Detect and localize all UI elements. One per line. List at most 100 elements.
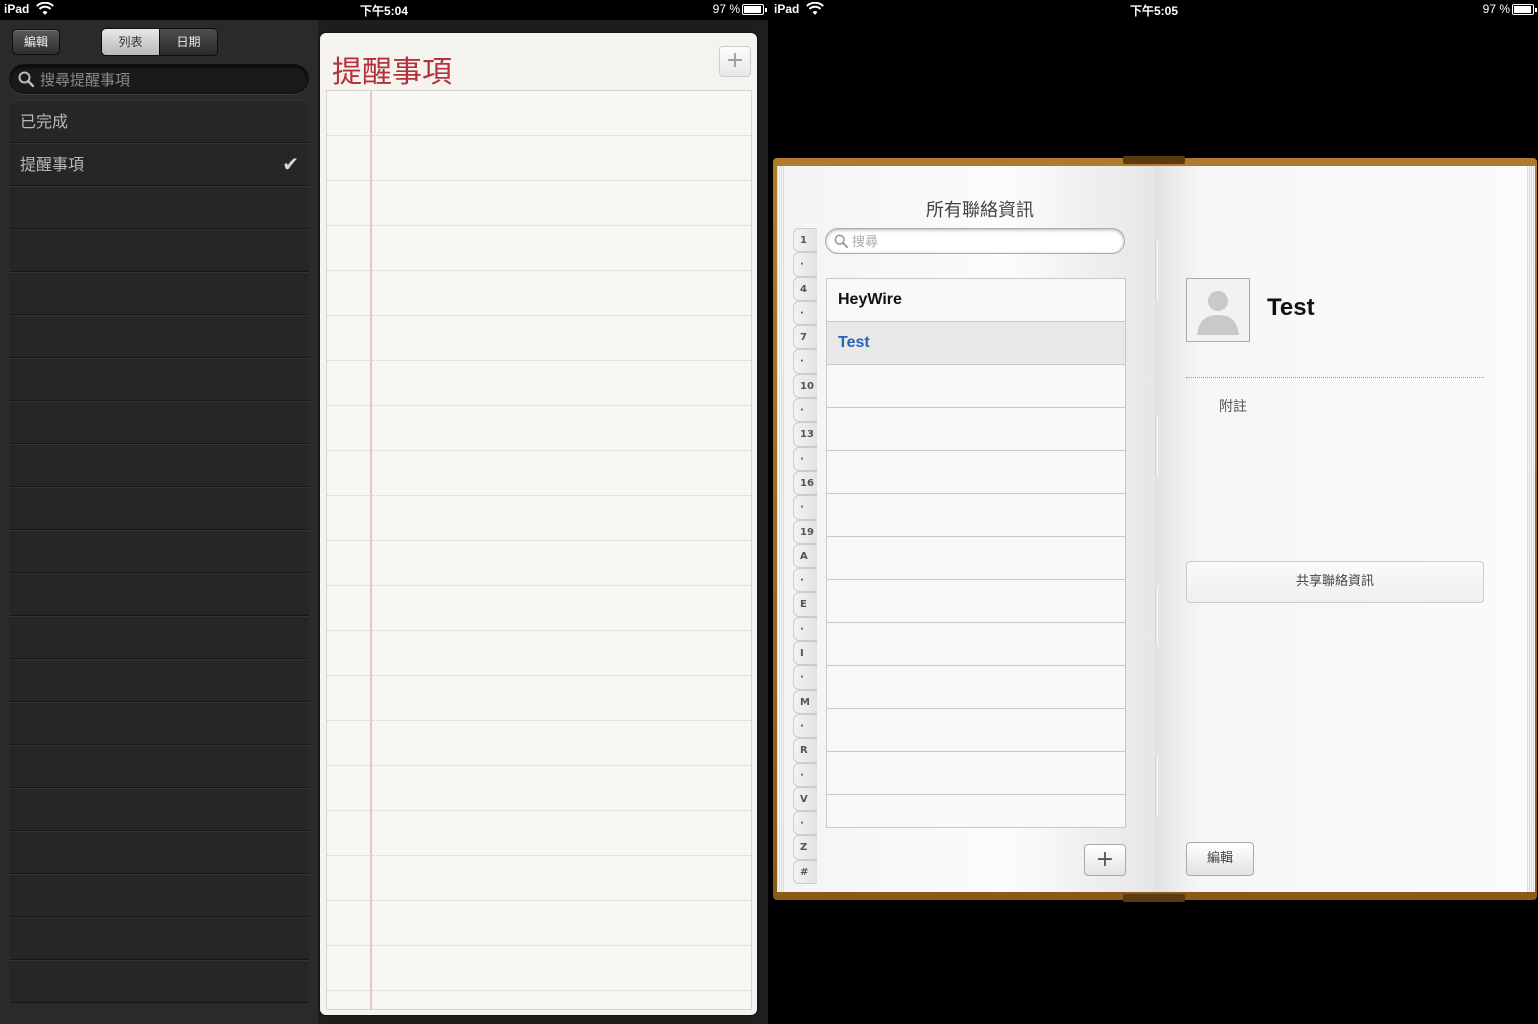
- index-tab[interactable]: ·: [793, 665, 817, 690]
- index-tab[interactable]: I: [793, 641, 817, 666]
- ruled-line: [327, 540, 751, 541]
- index-tab[interactable]: E: [793, 592, 817, 617]
- list-item-reminders[interactable]: 提醒事項 ✔: [10, 143, 309, 186]
- status-bar: iPad 下午5:05 97 %: [770, 0, 1538, 20]
- edit-button[interactable]: 編輯: [12, 29, 60, 55]
- index-tab[interactable]: ·: [793, 349, 817, 374]
- empty-row: [10, 186, 309, 229]
- share-contact-button[interactable]: 共享聯絡資訊: [1186, 561, 1484, 603]
- search-icon: [18, 71, 34, 87]
- battery-level: [1514, 6, 1532, 13]
- binding-mark: [1155, 756, 1158, 816]
- index-tab[interactable]: ·: [793, 446, 817, 471]
- empty-row: [827, 623, 1125, 666]
- empty-row: [10, 530, 309, 573]
- tab-date[interactable]: 日期: [159, 29, 217, 55]
- index-tab[interactable]: ·: [793, 568, 817, 593]
- empty-row: [10, 401, 309, 444]
- edit-contact-button[interactable]: 編輯: [1186, 842, 1254, 876]
- index-tab[interactable]: 1: [793, 228, 817, 253]
- section-index[interactable]: 1 · 4 · 7 · 10 · 13 · 16 · 19 A · E · I · M · R · V · Z #: [793, 228, 817, 885]
- add-reminder-button[interactable]: +: [719, 46, 751, 77]
- index-tab[interactable]: ·: [793, 495, 817, 520]
- ruled-line: [327, 720, 751, 721]
- contacts-screen: iPad 下午5:05 97 % 所有聯絡資訊 1 · 4 · 7 · 10 · 13 · 16 · 1…: [770, 0, 1538, 1024]
- ruled-sheet[interactable]: [326, 90, 752, 1010]
- tab-list[interactable]: 列表: [102, 29, 159, 55]
- contact-list: HeyWire Test: [826, 278, 1126, 828]
- search-input[interactable]: [852, 232, 1112, 252]
- ruled-line: [327, 135, 751, 136]
- add-contact-button[interactable]: +: [1084, 844, 1126, 876]
- index-tab[interactable]: 7: [793, 325, 817, 350]
- list-item-completed[interactable]: 已完成: [10, 100, 309, 143]
- checkmark-icon: ✔: [282, 152, 299, 176]
- ruled-line: [327, 315, 751, 316]
- empty-row: [10, 229, 309, 272]
- contacts-list-page: 所有聯絡資訊 1·4·7·10·13·16·19A·E·I·M·R·V·Z# H…: [785, 166, 1155, 892]
- contact-row-heywire[interactable]: HeyWire: [827, 279, 1125, 322]
- index-tab[interactable]: 16: [793, 470, 817, 496]
- index-tab[interactable]: #: [793, 859, 817, 885]
- search-icon: [834, 234, 848, 248]
- binding-mark: [1155, 586, 1158, 646]
- page-edges-left: [777, 166, 785, 892]
- divider: [1186, 377, 1484, 378]
- index-tab[interactable]: ·: [793, 616, 817, 642]
- search-input[interactable]: [40, 69, 300, 91]
- empty-row: [827, 709, 1125, 752]
- empty-row: [10, 788, 309, 831]
- empty-row: [827, 537, 1125, 580]
- ruled-line: [327, 225, 751, 226]
- search-field: [825, 228, 1125, 254]
- reminders-sidebar: 編輯 列表 日期 已完成 提醒事項 ✔: [0, 20, 318, 1024]
- empty-row: [10, 444, 309, 487]
- empty-row: [827, 494, 1125, 537]
- reminders-screen: iPad 下午5:04 97 % 編輯 列表 日期 已完成 提醒: [0, 0, 768, 1024]
- search-field: [9, 64, 309, 94]
- ruled-line: [327, 810, 751, 811]
- person-silhouette-icon: [1187, 279, 1249, 341]
- page-edges-right: [1527, 166, 1535, 892]
- margin-line: [370, 91, 372, 1009]
- contact-name: Test: [1267, 294, 1315, 321]
- index-tab[interactable]: A: [793, 543, 817, 569]
- index-tab[interactable]: 19: [793, 519, 817, 544]
- address-book: 所有聯絡資訊 1·4·7·10·13·16·19A·E·I·M·R·V·Z# H…: [773, 156, 1537, 902]
- avatar[interactable]: [1186, 278, 1250, 342]
- ruled-line: [327, 900, 751, 901]
- empty-row: [10, 358, 309, 401]
- clock: 下午5:04: [359, 4, 409, 18]
- battery-percent: 97 %: [1482, 2, 1510, 16]
- ruled-line: [327, 180, 751, 181]
- ruled-line: [327, 675, 751, 676]
- index-tab[interactable]: ·: [793, 252, 817, 277]
- index-tab[interactable]: M: [793, 689, 817, 714]
- empty-row: [10, 616, 309, 659]
- reminder-lists: 已完成 提醒事項 ✔: [10, 100, 309, 1003]
- index-tab[interactable]: ·: [793, 398, 817, 423]
- empty-row: [10, 573, 309, 616]
- index-tab[interactable]: ·: [793, 713, 817, 739]
- empty-row: [10, 831, 309, 874]
- index-tab[interactable]: 13: [793, 422, 817, 447]
- battery-percent: 97 %: [712, 2, 740, 16]
- index-tab[interactable]: Z: [793, 835, 817, 860]
- index-tab[interactable]: ·: [793, 762, 817, 787]
- index-tab[interactable]: 4: [793, 276, 817, 301]
- battery-icon: [1512, 4, 1537, 15]
- index-tab[interactable]: 10: [793, 373, 817, 399]
- empty-row: [827, 666, 1125, 709]
- index-tab[interactable]: ·: [793, 811, 817, 836]
- reminders-paper: 提醒事項 +: [320, 33, 757, 1015]
- empty-row: [827, 365, 1125, 408]
- index-tab[interactable]: R: [793, 738, 817, 763]
- empty-row: [827, 451, 1125, 494]
- empty-row: [10, 874, 309, 917]
- contact-row-test[interactable]: Test: [827, 322, 1125, 365]
- index-tab[interactable]: V: [793, 786, 817, 812]
- ruled-line: [327, 585, 751, 586]
- clock: 下午5:05: [1129, 4, 1179, 18]
- index-tab[interactable]: ·: [793, 300, 817, 326]
- ruled-line: [327, 270, 751, 271]
